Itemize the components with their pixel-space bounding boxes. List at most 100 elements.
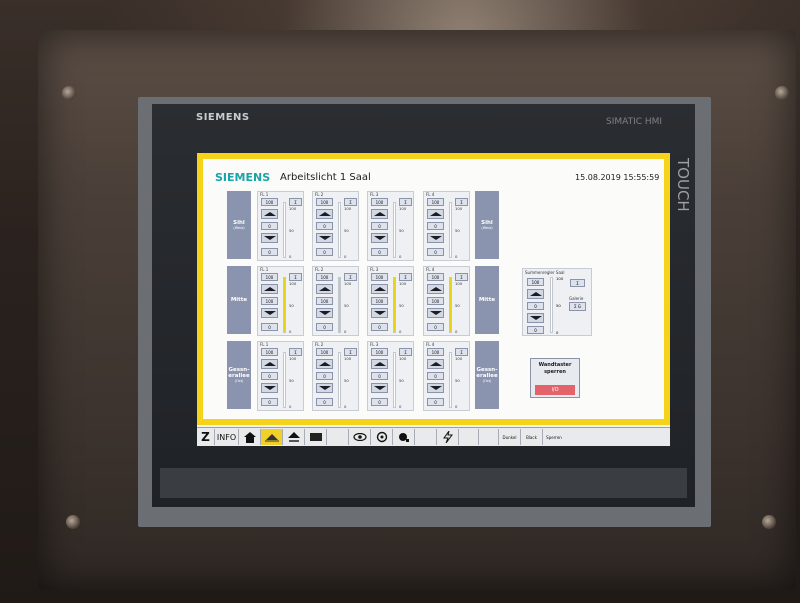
fader-down-button[interactable] [427, 308, 444, 318]
fader-sigma-button[interactable]: Σ [289, 348, 302, 356]
scale-mid: 50 [289, 378, 294, 383]
fader-sigma-button[interactable]: Σ [344, 273, 357, 281]
fader-track[interactable] [393, 202, 396, 258]
fader-sigma-button[interactable]: Σ [399, 273, 412, 281]
arrow-up-icon [429, 362, 442, 366]
fader-track[interactable] [449, 202, 452, 258]
gear-icon [376, 431, 387, 443]
fader-up-button[interactable] [427, 209, 444, 219]
scale-bottom: 0 [399, 404, 402, 409]
fader-preset-button[interactable]: 100 [371, 348, 388, 356]
wandtaster-io-button[interactable]: I/O [535, 385, 575, 395]
fader-preset-button[interactable]: 100 [261, 198, 278, 206]
fader-down-button[interactable] [316, 308, 333, 318]
fader-preset-button[interactable]: 100 [371, 198, 388, 206]
fader-track[interactable] [449, 352, 452, 408]
fader-sigma-button[interactable]: Σ [344, 348, 357, 356]
scale-mid: 50 [289, 303, 294, 308]
stage-light-icon [287, 431, 300, 442]
fader-sigma-button[interactable]: Σ [289, 198, 302, 206]
fader-preset-button[interactable]: 100 [427, 198, 444, 206]
fader-up-button[interactable] [371, 284, 388, 294]
fader-sigma-button[interactable]: Σ [399, 198, 412, 206]
fader-preset-button[interactable]: 100 [316, 198, 333, 206]
screen-button[interactable] [305, 429, 327, 445]
summenregler-down-button[interactable] [527, 313, 544, 323]
screw [775, 86, 789, 100]
z-button[interactable]: Z [197, 429, 215, 445]
fader-down-button[interactable] [261, 308, 278, 318]
summenregler-track[interactable] [550, 277, 553, 333]
fader-up-button[interactable] [316, 359, 333, 369]
fader-preset-button[interactable]: 100 [316, 348, 333, 356]
fader-down-button[interactable] [316, 233, 333, 243]
summenregler-up-button[interactable] [527, 289, 544, 299]
fader-track[interactable] [449, 277, 452, 333]
fader-bottom-value: 0 [371, 248, 388, 256]
fader-bottom-value: 0 [316, 323, 333, 331]
fader-up-button[interactable] [316, 209, 333, 219]
fader-preset-button[interactable]: 100 [261, 348, 278, 356]
fader-down-button[interactable] [371, 233, 388, 243]
fader-track[interactable] [338, 352, 341, 408]
sperren-button[interactable]: Sperren [543, 429, 565, 445]
fader-sigma-button[interactable]: Σ [399, 348, 412, 356]
fader-down-button[interactable] [261, 383, 278, 393]
dunkel-button[interactable]: Dunkel [499, 429, 521, 445]
fader-track[interactable] [283, 352, 286, 408]
fader-track[interactable] [393, 277, 396, 333]
info-button[interactable]: INFO [215, 429, 239, 445]
fader-label: FL 1 [260, 192, 269, 197]
scale-mid: 50 [399, 378, 404, 383]
fader-sigma-button[interactable]: Σ [455, 198, 468, 206]
spotlight-button[interactable] [393, 429, 415, 445]
galerie-button[interactable]: Σ G [569, 302, 586, 311]
summenregler-sigma-button[interactable]: Σ [570, 279, 585, 287]
fader-panel: FL 4 100 Σ 0 0 100 50 0 [423, 341, 470, 411]
fader-up-button[interactable] [371, 209, 388, 219]
fader-track[interactable] [393, 352, 396, 408]
fader-preset-button[interactable]: 100 [427, 273, 444, 281]
scale-bottom: 0 [399, 329, 402, 334]
gear-button[interactable] [371, 429, 393, 445]
summenregler-preset-button[interactable]: 100 [527, 278, 544, 286]
fader-up-button[interactable] [261, 359, 278, 369]
fader-fill [394, 278, 395, 332]
home-button[interactable] [239, 429, 261, 445]
fader-value: 0 [427, 372, 444, 380]
fader-sigma-button[interactable]: Σ [455, 273, 468, 281]
fader-preset-button[interactable]: 100 [261, 273, 278, 281]
fader-down-button[interactable] [371, 308, 388, 318]
stage-light-button[interactable] [283, 429, 305, 445]
fader-up-button[interactable] [427, 359, 444, 369]
fader-preset-button[interactable]: 100 [427, 348, 444, 356]
arrow-down-icon [373, 311, 386, 315]
fader-down-button[interactable] [427, 383, 444, 393]
scale-top: 100 [344, 206, 352, 211]
fader-track[interactable] [338, 202, 341, 258]
fader-down-button[interactable] [371, 383, 388, 393]
fader-down-button[interactable] [316, 383, 333, 393]
scale-mid: 50 [289, 228, 294, 233]
fader-sigma-button[interactable]: Σ [455, 348, 468, 356]
fader-up-button[interactable] [261, 284, 278, 294]
eye-button[interactable] [349, 429, 371, 445]
lightning-button[interactable] [437, 429, 459, 445]
fader-track[interactable] [283, 202, 286, 258]
fader-up-button[interactable] [427, 284, 444, 294]
fader-down-button[interactable] [427, 233, 444, 243]
fader-value: 0 [316, 222, 333, 230]
black-button[interactable]: Black [521, 429, 543, 445]
fader-down-button[interactable] [261, 233, 278, 243]
fader-up-button[interactable] [261, 209, 278, 219]
fader-sigma-button[interactable]: Σ [344, 198, 357, 206]
worklight-button[interactable] [261, 429, 283, 445]
fader-up-button[interactable] [371, 359, 388, 369]
fader-track[interactable] [338, 277, 341, 333]
fader-preset-button[interactable]: 100 [316, 273, 333, 281]
scale-bottom: 0 [455, 329, 458, 334]
fader-preset-button[interactable]: 100 [371, 273, 388, 281]
fader-up-button[interactable] [316, 284, 333, 294]
fader-sigma-button[interactable]: Σ [289, 273, 302, 281]
fader-track[interactable] [283, 277, 286, 333]
